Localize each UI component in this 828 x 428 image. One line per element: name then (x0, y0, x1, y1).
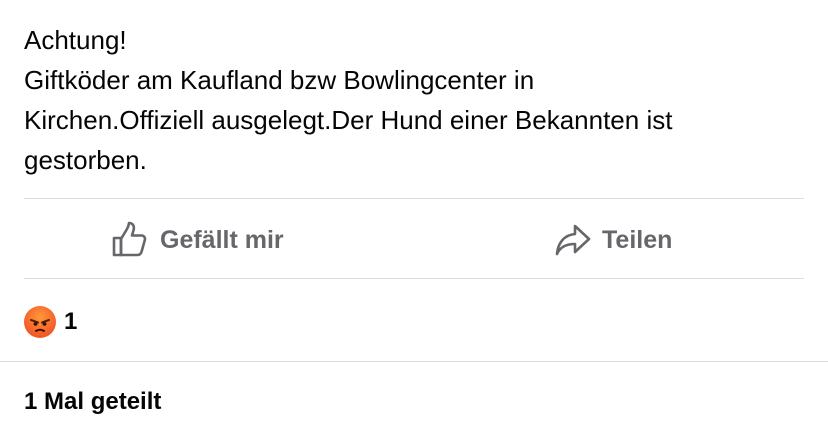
like-button[interactable]: Gefällt mir (110, 214, 284, 266)
reaction-count: 1 (64, 308, 78, 335)
angry-reaction-icon (24, 306, 56, 338)
like-label: Gefällt mir (160, 225, 284, 254)
thumbs-up-icon (110, 221, 150, 259)
post-line: Kirchen.Offiziell ausgelegt.Der Hund ein… (24, 105, 673, 135)
share-label: Teilen (602, 225, 673, 254)
divider (0, 361, 828, 362)
divider (24, 278, 804, 279)
post-line: Giftköder am Kaufland bzw Bowlingcenter … (24, 65, 535, 95)
share-count[interactable]: 1 Mal geteilt (24, 388, 161, 416)
divider (24, 198, 804, 199)
post-text: Achtung! Giftköder am Kaufland bzw Bowli… (24, 20, 814, 180)
post-line: gestorben. (24, 145, 147, 175)
share-arrow-icon (554, 223, 592, 257)
reaction-summary[interactable]: 1 (24, 306, 77, 338)
post-line: Achtung! (24, 25, 127, 55)
share-button[interactable]: Teilen (554, 214, 672, 266)
